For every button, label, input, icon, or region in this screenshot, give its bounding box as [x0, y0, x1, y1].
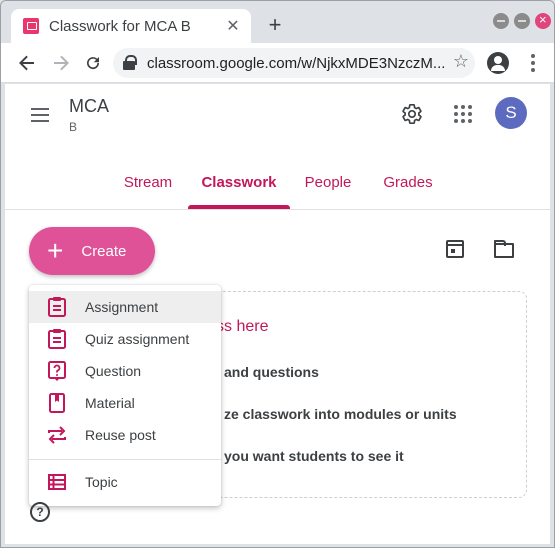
- browser-toolbar: classroom.google.com/w/NjkxMDE3NzczM... …: [1, 43, 554, 83]
- create-button[interactable]: + Create: [29, 227, 155, 275]
- close-icon[interactable]: ✕: [223, 16, 243, 36]
- menu-item-topic[interactable]: Topic: [29, 466, 221, 498]
- repeat-icon: [45, 423, 69, 447]
- reload-icon: [87, 57, 100, 70]
- forward-button[interactable]: [47, 49, 75, 77]
- lock-icon: [123, 55, 137, 71]
- tab-grades[interactable]: Grades: [375, 154, 441, 210]
- question-icon: [45, 359, 69, 383]
- minimize-button[interactable]: [493, 13, 509, 29]
- tab-strip: Classwork for MCA B ✕ +: [1, 1, 554, 43]
- tab-classwork[interactable]: Classwork: [188, 154, 290, 210]
- browser-menu-icon[interactable]: [523, 51, 543, 75]
- card-line: you want students to see it: [224, 448, 404, 464]
- menu-item-material[interactable]: Material: [29, 387, 221, 419]
- create-label: Create: [81, 242, 127, 260]
- menu-item-label: Question: [85, 363, 142, 379]
- create-menu: Assignment Quiz assignment Question Mate…: [29, 285, 221, 506]
- folder-icon[interactable]: [494, 240, 514, 258]
- card-line: ze classwork into modules or units: [224, 406, 457, 422]
- menu-item-label: Reuse post: [85, 427, 156, 443]
- menu-item-label: Assignment: [85, 299, 159, 315]
- main-menu-icon[interactable]: [31, 108, 49, 122]
- classwork-info-card: ss here and questions ze classwork into …: [175, 291, 527, 498]
- material-icon: [45, 391, 69, 415]
- tab-stream[interactable]: Stream: [113, 154, 183, 210]
- plus-icon: +: [47, 235, 64, 266]
- maximize-button[interactable]: [514, 13, 530, 29]
- menu-item-label: Material: [85, 395, 135, 411]
- card-line: and questions: [224, 364, 319, 380]
- window-close-button[interactable]: [535, 12, 551, 29]
- new-tab-button[interactable]: +: [263, 13, 287, 37]
- gear-icon[interactable]: [401, 103, 423, 125]
- address-bar[interactable]: classroom.google.com/w/NjkxMDE3NzczM... …: [113, 48, 475, 78]
- assignment-icon: [45, 295, 69, 319]
- reload-button[interactable]: [79, 49, 107, 77]
- class-section: B: [69, 120, 78, 134]
- classroom-page: MCA B S Stream Classwork People Grades +…: [5, 84, 550, 544]
- avatar[interactable]: S: [495, 97, 527, 129]
- menu-item-question[interactable]: Question: [29, 355, 221, 387]
- menu-divider: [29, 459, 221, 460]
- calendar-icon[interactable]: [446, 240, 464, 258]
- menu-item-assignment[interactable]: Assignment: [29, 291, 221, 323]
- browser-tab[interactable]: Classwork for MCA B ✕: [11, 9, 251, 43]
- profile-icon[interactable]: [487, 52, 509, 74]
- arrow-left-icon: [19, 55, 34, 71]
- url-text: classroom.google.com/w/NjkxMDE3NzczM...: [147, 54, 446, 72]
- menu-item-reuse-post[interactable]: Reuse post: [29, 419, 221, 451]
- tab-people[interactable]: People: [297, 154, 359, 210]
- classroom-favicon-icon: [23, 18, 39, 34]
- quiz-icon: [45, 327, 69, 351]
- tabs-divider: [5, 209, 550, 210]
- menu-item-label: Quiz assignment: [85, 331, 190, 347]
- class-title[interactable]: MCA: [69, 96, 109, 117]
- topic-icon: [45, 470, 69, 494]
- star-icon[interactable]: ☆: [453, 51, 469, 72]
- tab-title: Classwork for MCA B: [49, 17, 191, 35]
- apps-grid-icon[interactable]: [454, 105, 472, 123]
- arrow-right-icon: [54, 55, 69, 71]
- menu-item-quiz-assignment[interactable]: Quiz assignment: [29, 323, 221, 355]
- card-title: ss here: [216, 318, 269, 335]
- back-button[interactable]: [13, 49, 41, 77]
- class-tabs: Stream Classwork People Grades: [5, 154, 550, 210]
- help-icon[interactable]: ?: [30, 502, 50, 522]
- browser-window: Classwork for MCA B ✕ + classroom.google…: [0, 0, 555, 548]
- menu-item-label: Topic: [85, 474, 118, 490]
